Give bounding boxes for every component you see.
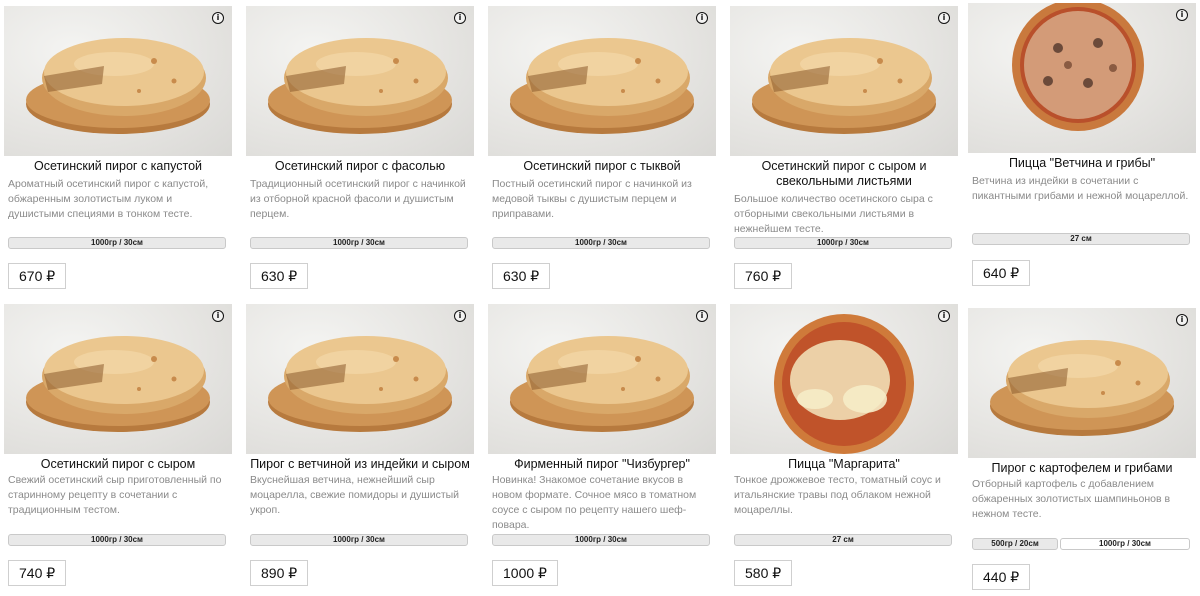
product-description: Традиционный осетинский пирог с начинкой… bbox=[250, 178, 466, 220]
product-title: Осетинский пирог с тыквой bbox=[523, 159, 681, 173]
size-option[interactable]: 1000гр / 30см bbox=[734, 237, 952, 249]
info-icon[interactable]: i bbox=[938, 310, 950, 322]
product-description: Свежий осетинский сыр приготовленный по … bbox=[8, 474, 222, 516]
price-button[interactable]: 630 ₽ bbox=[250, 263, 309, 289]
price-button[interactable]: 630 ₽ bbox=[492, 263, 551, 289]
pie-image bbox=[990, 340, 1174, 436]
product-card[interactable]: i Осетинский пирог с капустой Ароматный … bbox=[4, 6, 232, 302]
product-photo[interactable] bbox=[4, 304, 232, 454]
info-icon[interactable]: i bbox=[212, 12, 224, 24]
size-option[interactable]: 1000гр / 30см bbox=[492, 237, 710, 249]
product-title: Пицца "Ветчина и грибы" bbox=[1008, 156, 1156, 170]
product-description: Ароматный осетинский пирог с капустой, о… bbox=[8, 178, 209, 220]
product-description: Вкуснейшая ветчина, нежнейший сыр моцаре… bbox=[250, 474, 460, 516]
info-icon[interactable]: i bbox=[454, 12, 466, 24]
product-card[interactable]: i Осетинский пирог с фасолью Традиционны… bbox=[246, 6, 474, 302]
product-photo[interactable] bbox=[246, 6, 474, 156]
product-photo[interactable] bbox=[488, 6, 716, 156]
product-photo[interactable] bbox=[246, 304, 474, 454]
product-title: Пирог с ветчиной из индейки и сыром bbox=[250, 457, 470, 471]
pie-image bbox=[510, 336, 694, 432]
size-option[interactable]: 1000гр / 30см bbox=[250, 237, 468, 249]
product-photo[interactable] bbox=[730, 304, 958, 454]
info-icon[interactable]: i bbox=[454, 310, 466, 322]
size-option[interactable]: 1000гр / 30см bbox=[492, 534, 710, 546]
info-icon[interactable]: i bbox=[696, 12, 708, 24]
product-title: Осетинский пирог с сыром bbox=[40, 457, 196, 471]
product-title: Пирог с картофелем и грибами bbox=[991, 461, 1173, 475]
pie-image bbox=[26, 38, 210, 134]
size-option[interactable]: 1000гр / 30см bbox=[1060, 538, 1190, 550]
size-option[interactable]: 1000гр / 30см bbox=[8, 237, 226, 249]
product-photo[interactable] bbox=[4, 6, 232, 156]
pie-image bbox=[268, 336, 452, 432]
info-icon[interactable]: i bbox=[1176, 9, 1188, 21]
info-icon[interactable]: i bbox=[696, 310, 708, 322]
product-description: Большое количество осетинского сыра с от… bbox=[734, 193, 933, 235]
price-button[interactable]: 580 ₽ bbox=[734, 560, 793, 586]
product-photo[interactable] bbox=[968, 3, 1196, 153]
product-card[interactable]: i Осетинский пирог с тыквой Постный осет… bbox=[488, 6, 716, 302]
product-title: Осетинский пирог с фасолью bbox=[274, 159, 446, 173]
pie-image bbox=[752, 38, 936, 134]
price-button[interactable]: 670 ₽ bbox=[8, 263, 67, 289]
pie-image bbox=[510, 38, 694, 134]
price-button[interactable]: 640 ₽ bbox=[972, 260, 1031, 286]
pie-image bbox=[26, 336, 210, 432]
product-card[interactable]: i Осетинский пирог с сыром Свежий осетин… bbox=[4, 304, 232, 596]
size-option[interactable]: 1000гр / 30см bbox=[250, 534, 468, 546]
product-photo[interactable] bbox=[488, 304, 716, 454]
product-card[interactable]: i Фирменный пирог "Чизбургер" Новинка! З… bbox=[488, 304, 716, 596]
product-photo[interactable] bbox=[730, 6, 958, 156]
price-button[interactable]: 890 ₽ bbox=[250, 560, 309, 586]
info-icon[interactable]: i bbox=[1176, 314, 1188, 326]
product-description: Тонкое дрожжевое тесто, томатный соус и … bbox=[734, 474, 941, 516]
product-photo[interactable] bbox=[968, 308, 1196, 458]
price-button[interactable]: 1000 ₽ bbox=[492, 560, 558, 586]
product-card[interactable]: i Пирог с картофелем и грибами Отборный … bbox=[968, 308, 1196, 596]
size-option[interactable]: 27 см bbox=[734, 534, 952, 546]
product-title: Осетинский пирог с капустой bbox=[33, 159, 203, 173]
info-icon[interactable]: i bbox=[212, 310, 224, 322]
product-card[interactable]: i Осетинский пирог с сыром и свекольными… bbox=[730, 6, 958, 302]
pie-image bbox=[268, 38, 452, 134]
price-button[interactable]: 740 ₽ bbox=[8, 560, 67, 586]
pizza-image bbox=[774, 314, 914, 454]
product-description: Постный осетинский пирог с начинкой из м… bbox=[492, 178, 692, 220]
size-option[interactable]: 27 см bbox=[972, 233, 1190, 245]
product-title: Пицца "Маргарита" bbox=[788, 457, 900, 471]
product-description: Отборный картофель с добавлением обжарен… bbox=[972, 478, 1171, 520]
product-card[interactable]: i Пирог с ветчиной из индейки и сыром Вк… bbox=[246, 304, 474, 596]
product-description: Ветчина из индейки в сочетании с пикантн… bbox=[972, 175, 1189, 202]
product-card[interactable]: i Пицца "Ветчина и грибы" Ветчина из инд… bbox=[968, 3, 1196, 299]
size-option[interactable]: 500гр / 20см bbox=[972, 538, 1058, 550]
pizza-image bbox=[1012, 3, 1144, 131]
product-title: Осетинский пирог с сыром и свекольными л… bbox=[761, 159, 927, 188]
info-icon[interactable]: i bbox=[938, 12, 950, 24]
price-button[interactable]: 440 ₽ bbox=[972, 564, 1031, 590]
price-button[interactable]: 760 ₽ bbox=[734, 263, 793, 289]
product-title: Фирменный пирог "Чизбургер" bbox=[514, 457, 690, 471]
product-description: Новинка! Знакомое сочетание вкусов в нов… bbox=[492, 474, 697, 531]
product-card[interactable]: i Пицца "Маргарита" Тонкое дрожжевое тес… bbox=[730, 304, 958, 596]
size-option[interactable]: 1000гр / 30см bbox=[8, 534, 226, 546]
